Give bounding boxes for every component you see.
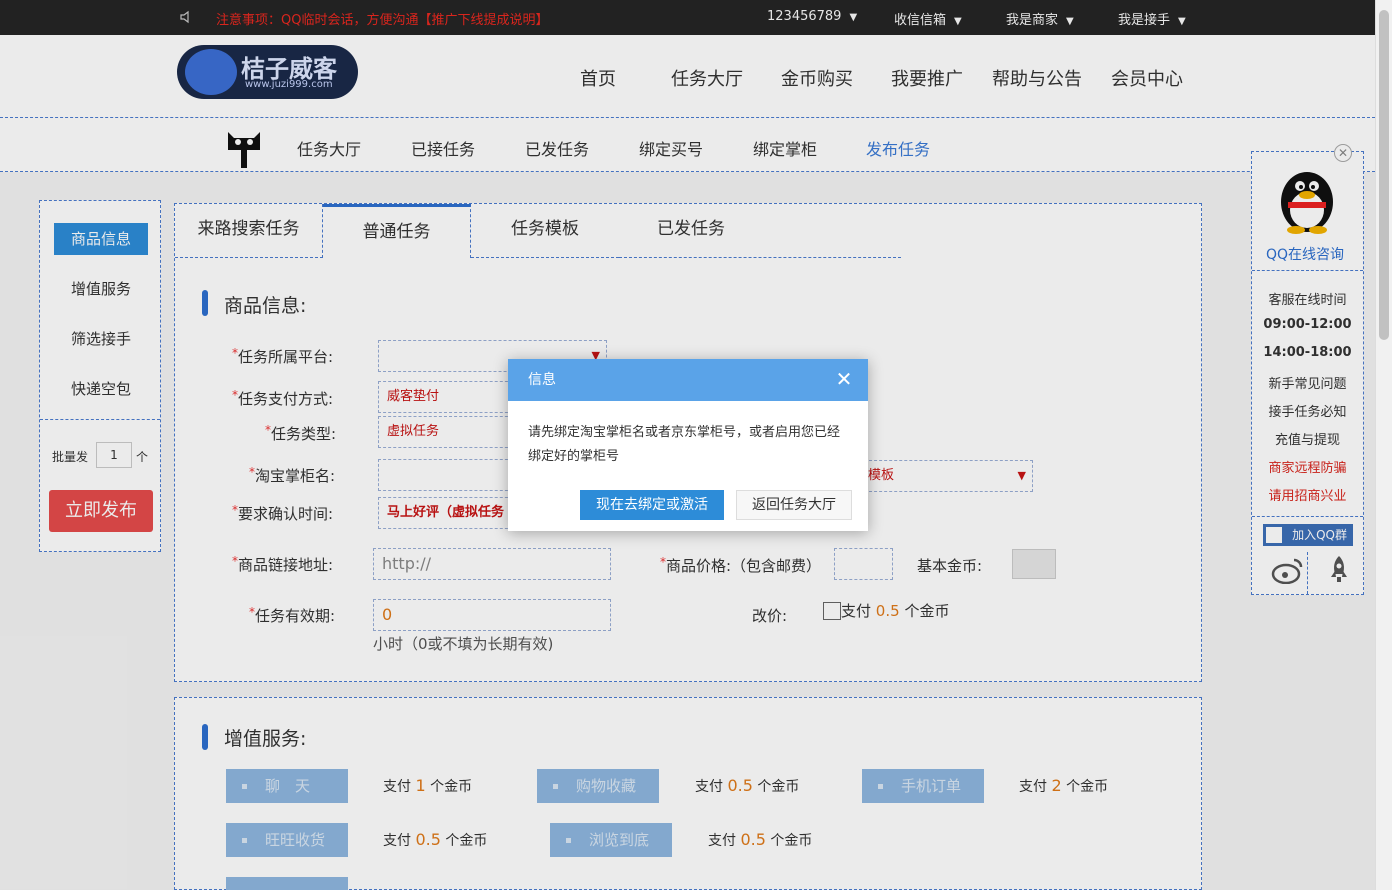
page-scrollbar[interactable] bbox=[1375, 0, 1392, 890]
notice-text[interactable]: 注意事项：QQ临时会话，方便沟通【推广下线提成说明】 bbox=[216, 9, 548, 28]
chevron-down-icon: ▼ bbox=[849, 12, 858, 23]
inbox-dropdown[interactable]: 收信信箱 ▼ bbox=[894, 9, 962, 28]
chevron-down-icon: ▼ bbox=[1178, 16, 1186, 27]
scrollbar-thumb[interactable] bbox=[1379, 10, 1389, 340]
back-to-hall-button[interactable]: 返回任务大厅 bbox=[736, 490, 852, 520]
close-icon[interactable]: ✕ bbox=[834, 369, 854, 389]
info-dialog: 信息 ✕ 请先绑定淘宝掌柜名或者京东掌柜号，或者启用您已经绑定好的掌柜号 现在去… bbox=[508, 359, 868, 531]
dialog-message: 请先绑定淘宝掌柜名或者京东掌柜号，或者启用您已经绑定好的掌柜号 bbox=[528, 425, 841, 464]
receiver-dropdown[interactable]: 我是接手 ▼ bbox=[1118, 9, 1186, 28]
chevron-down-icon: ▼ bbox=[954, 16, 962, 27]
dialog-title: 信息 bbox=[508, 359, 868, 401]
chevron-down-icon: ▼ bbox=[1066, 16, 1074, 27]
speaker-icon bbox=[180, 10, 189, 24]
account-dropdown[interactable]: 123456789 ▼ bbox=[767, 9, 857, 24]
bind-now-button[interactable]: 现在去绑定或激活 bbox=[580, 490, 724, 520]
merchant-dropdown[interactable]: 我是商家 ▼ bbox=[1006, 9, 1074, 28]
top-bar: 注意事项：QQ临时会话，方便沟通【推广下线提成说明】 123456789 ▼ 收信… bbox=[0, 0, 1375, 35]
